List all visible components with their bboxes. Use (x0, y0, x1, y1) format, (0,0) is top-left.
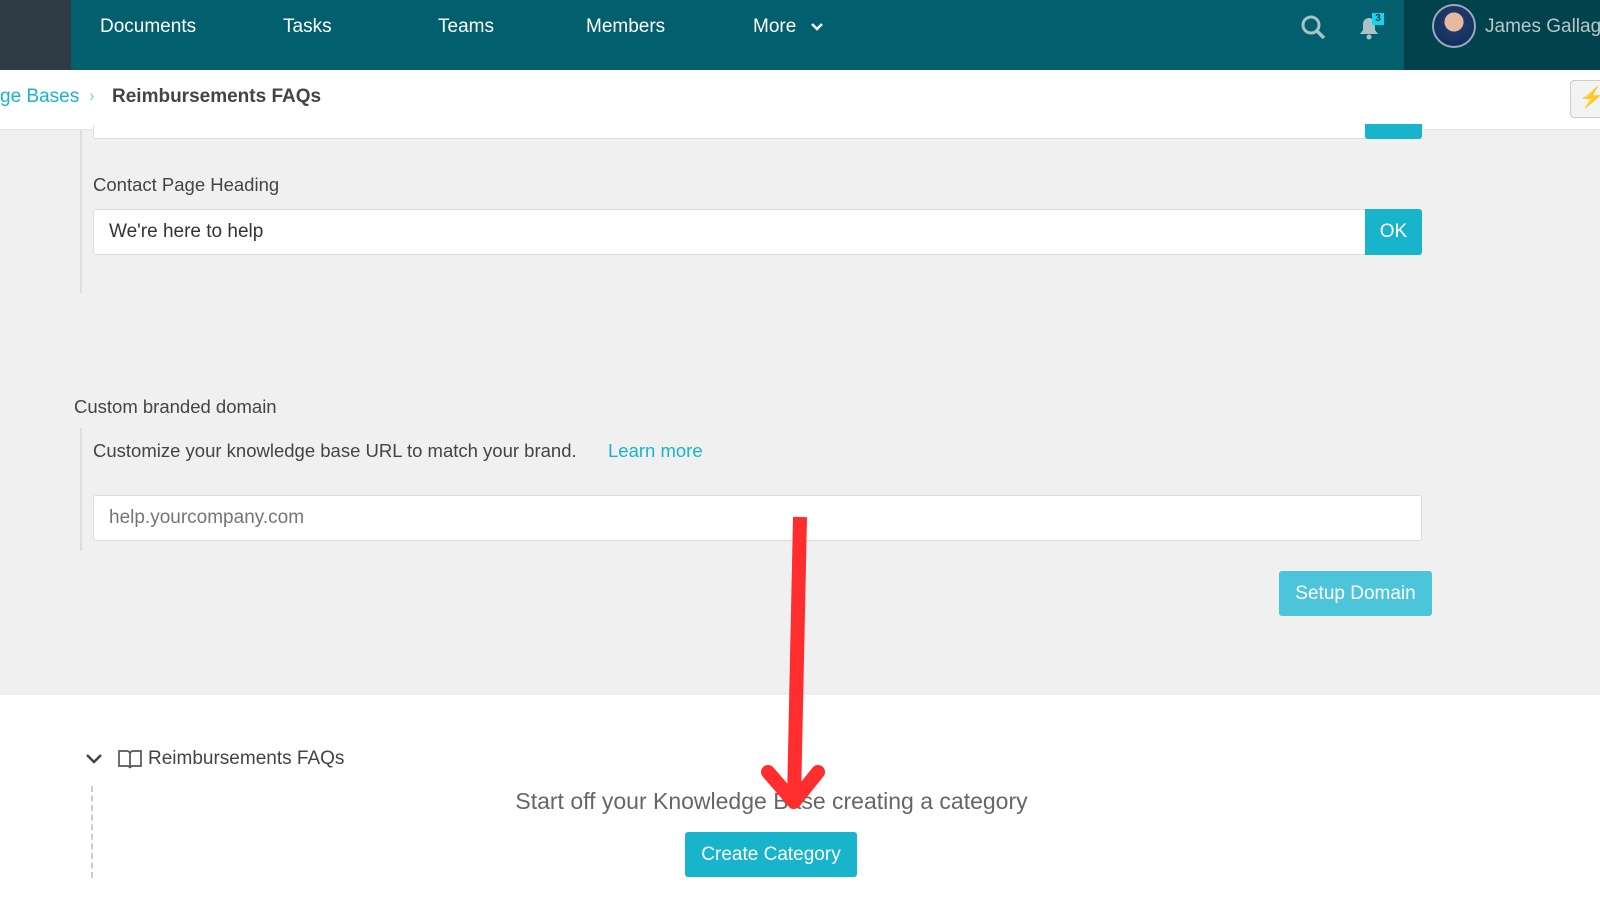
empty-state-message: Start off your Knowledge Base creating a… (515, 788, 1028, 814)
user-name[interactable]: James Gallag (1485, 0, 1600, 54)
nav-documents[interactable]: Documents (100, 0, 196, 70)
create-category-button[interactable]: Create Category (685, 832, 857, 877)
avatar[interactable] (1432, 4, 1476, 48)
setup-domain-button[interactable]: Setup Domain (1279, 571, 1432, 616)
tree-guide-line (91, 786, 93, 878)
nav-tasks[interactable]: Tasks (283, 0, 332, 70)
lightning-icon: ⚡ (1579, 87, 1600, 109)
breadcrumb-separator-icon: › (89, 86, 95, 105)
custom-domain-label: Custom branded domain (74, 396, 277, 417)
previous-field-input[interactable] (93, 124, 1373, 139)
lightning-button[interactable]: ⚡ (1570, 80, 1600, 118)
learn-more-link[interactable]: Learn more (608, 440, 703, 462)
contact-heading-label: Contact Page Heading (93, 174, 280, 195)
app-logo-area[interactable] (0, 0, 71, 70)
chevron-down-icon[interactable] (85, 752, 103, 766)
contact-heading-input[interactable]: We're here to help (93, 209, 1373, 255)
section-divider (80, 130, 82, 293)
nav-members[interactable]: Members (586, 0, 665, 70)
breadcrumb-parent-link[interactable]: ge Bases (0, 86, 79, 108)
tree-root-item[interactable]: Reimbursements FAQs (148, 748, 344, 770)
custom-domain-description: Customize your knowledge base URL to mat… (93, 440, 577, 461)
nav-more-label: More (753, 16, 797, 37)
book-icon (118, 750, 142, 769)
domain-input[interactable] (93, 495, 1422, 541)
nav-more[interactable]: More (753, 0, 824, 70)
breadcrumb-current: Reimbursements FAQs (112, 86, 322, 107)
previous-ok-button[interactable] (1365, 124, 1422, 139)
chevron-down-icon (810, 23, 823, 31)
section-divider (80, 428, 82, 551)
contact-ok-button[interactable]: OK (1365, 209, 1422, 255)
nav-teams[interactable]: Teams (438, 0, 494, 70)
notification-badge: 3 (1372, 13, 1384, 25)
search-icon[interactable] (1300, 14, 1328, 42)
